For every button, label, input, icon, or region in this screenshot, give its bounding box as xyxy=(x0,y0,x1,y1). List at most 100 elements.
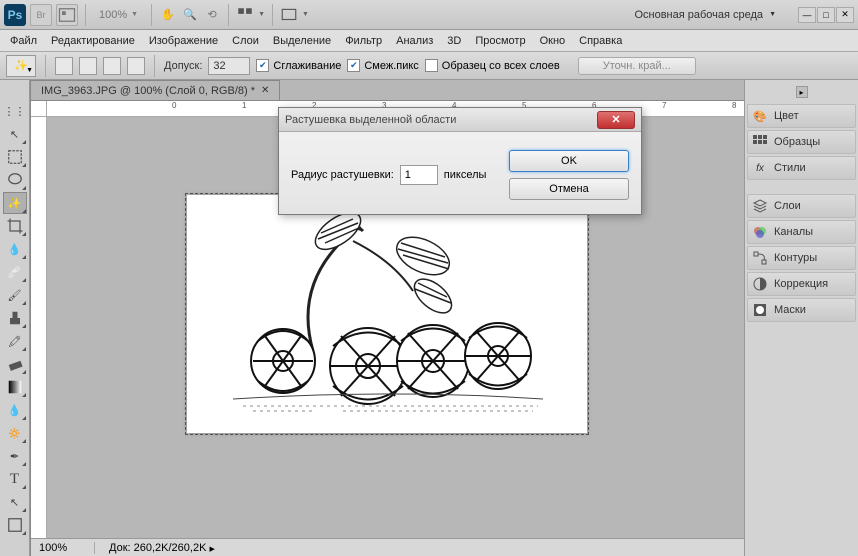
hand-tool-icon[interactable]: ✋ xyxy=(159,6,177,24)
paths-icon xyxy=(752,250,768,266)
dodge-tool[interactable]: 🔅 xyxy=(3,422,27,444)
menu-select[interactable]: Выделение xyxy=(273,35,331,47)
lasso-tool[interactable] xyxy=(3,169,27,191)
shape-tool[interactable] xyxy=(3,514,27,536)
cancel-button[interactable]: Отмена xyxy=(509,178,629,200)
menu-3d[interactable]: 3D xyxy=(447,35,461,47)
move-tool[interactable]: ↖ xyxy=(3,123,27,145)
menu-filter[interactable]: Фильтр xyxy=(345,35,382,47)
menu-edit[interactable]: Редактирование xyxy=(51,35,135,47)
type-tool[interactable]: T xyxy=(3,468,27,490)
panel-swatches[interactable]: Образцы xyxy=(747,130,856,154)
feather-radius-input[interactable] xyxy=(400,165,438,185)
blur-tool[interactable]: 💧 xyxy=(3,399,27,421)
sketch-image xyxy=(193,201,581,427)
feather-radius-label: Радиус растушевки: xyxy=(291,169,394,181)
healing-brush-tool[interactable]: 🩹 xyxy=(3,261,27,283)
marquee-tool[interactable] xyxy=(3,146,27,168)
panel-paths[interactable]: Контуры xyxy=(747,246,856,270)
layers-icon xyxy=(752,198,768,214)
app-topbar: Ps Br 100%▼ ✋ 🔍 ⟲ ▼ ▼ Основная рабочая с… xyxy=(0,0,858,30)
dialog-close-button[interactable]: ✕ xyxy=(597,111,635,129)
app-window: Ps Br 100%▼ ✋ 🔍 ⟲ ▼ ▼ Основная рабочая с… xyxy=(0,0,858,556)
panel-collapse-icon[interactable]: ▸ xyxy=(796,86,808,98)
minimize-button[interactable]: — xyxy=(798,7,816,23)
panel-channels[interactable]: Каналы xyxy=(747,220,856,244)
close-button[interactable]: ✕ xyxy=(836,7,854,23)
history-brush-tool[interactable]: 🖍 xyxy=(3,330,27,352)
options-bar: ✨▼ Допуск: ✔Сглаживание ✔Смеж.пикс Образ… xyxy=(0,52,858,80)
separator xyxy=(85,4,86,26)
pen-tool[interactable]: ✒ xyxy=(3,445,27,467)
menu-window[interactable]: Окно xyxy=(540,35,566,47)
arrange-docs-icon[interactable] xyxy=(236,6,254,24)
panel-adjustments[interactable]: Коррекция xyxy=(747,272,856,296)
clone-stamp-tool[interactable] xyxy=(3,307,27,329)
tolerance-label: Допуск: xyxy=(164,60,202,72)
separator xyxy=(45,55,46,77)
grip-icon[interactable]: ⋮⋮ xyxy=(3,100,27,122)
masks-icon xyxy=(752,302,768,318)
selection-intersect-icon[interactable] xyxy=(127,57,145,75)
selection-subtract-icon[interactable] xyxy=(103,57,121,75)
channels-icon xyxy=(752,224,768,240)
document-tab[interactable]: IMG_3963.JPG @ 100% (Слой 0, RGB/8) * ✕ xyxy=(30,80,280,100)
zoom-display[interactable]: 100%▼ xyxy=(93,9,144,21)
crop-tool[interactable] xyxy=(3,215,27,237)
selection-new-icon[interactable] xyxy=(55,57,73,75)
eyedropper-tool[interactable]: 💧 xyxy=(3,238,27,260)
status-doc-size[interactable]: Док: 260,2K/260,2K ▶ xyxy=(109,542,215,554)
document-canvas[interactable] xyxy=(187,195,587,433)
ps-logo-icon: Ps xyxy=(4,4,26,26)
panel-color[interactable]: 🎨Цвет xyxy=(747,104,856,128)
magic-wand-tool[interactable]: ✨ xyxy=(3,192,27,214)
separator xyxy=(151,4,152,26)
mini-bridge-button[interactable] xyxy=(56,4,78,26)
palette-icon: 🎨 xyxy=(752,108,768,124)
tool-preset-picker[interactable]: ✨▼ xyxy=(6,55,36,77)
separator xyxy=(272,4,273,26)
menu-image[interactable]: Изображение xyxy=(149,35,218,47)
adjustments-icon xyxy=(752,276,768,292)
panel-layers[interactable]: Слои xyxy=(747,194,856,218)
workspace-switcher[interactable]: Основная рабочая среда▼ xyxy=(626,9,784,21)
all-layers-checkbox[interactable]: Образец со всех слоев xyxy=(425,59,560,72)
contiguous-checkbox[interactable]: ✔Смеж.пикс xyxy=(347,59,418,72)
feather-dialog: Растушевка выделенной области ✕ Радиус р… xyxy=(278,107,642,215)
status-zoom[interactable]: 100% xyxy=(35,542,95,554)
maximize-button[interactable]: □ xyxy=(817,7,835,23)
menu-file[interactable]: Файл xyxy=(10,35,37,47)
path-selection-tool[interactable]: ↖ xyxy=(3,491,27,513)
gradient-tool[interactable] xyxy=(3,376,27,398)
ruler-origin[interactable] xyxy=(31,101,47,117)
menu-analysis[interactable]: Анализ xyxy=(396,35,433,47)
antialias-checkbox[interactable]: ✔Сглаживание xyxy=(256,59,341,72)
refine-edge-button[interactable]: Уточн. край... xyxy=(578,57,696,75)
grid-icon xyxy=(752,134,768,150)
toolbox: ⋮⋮ ↖ ✨ 💧 🩹 🖌 🖍 💧 🔅 ✒ T ↖ xyxy=(0,80,30,556)
eraser-tool[interactable] xyxy=(3,353,27,375)
statusbar: 100% Док: 260,2K/260,2K ▶ xyxy=(31,538,744,556)
zoom-tool-icon[interactable]: 🔍 xyxy=(181,6,199,24)
selection-add-icon[interactable] xyxy=(79,57,97,75)
panel-dock: ▸ 🎨Цвет Образцы fxСтили Слои Каналы Конт… xyxy=(744,80,858,556)
feather-unit-label: пикселы xyxy=(444,169,487,181)
menu-layer[interactable]: Слои xyxy=(232,35,259,47)
bridge-button[interactable]: Br xyxy=(30,4,52,26)
menu-help[interactable]: Справка xyxy=(579,35,622,47)
tab-close-icon[interactable]: ✕ xyxy=(261,85,269,96)
panel-masks[interactable]: Маски xyxy=(747,298,856,322)
tolerance-input[interactable] xyxy=(208,57,250,75)
separator xyxy=(228,4,229,26)
brush-tool[interactable]: 🖌 xyxy=(3,284,27,306)
panel-styles[interactable]: fxСтили xyxy=(747,156,856,180)
ruler-vertical[interactable] xyxy=(31,117,47,556)
separator xyxy=(154,55,155,77)
rotate-view-icon[interactable]: ⟲ xyxy=(203,6,221,24)
ok-button[interactable]: OK xyxy=(509,150,629,172)
menubar: Файл Редактирование Изображение Слои Выд… xyxy=(0,30,858,52)
menu-view[interactable]: Просмотр xyxy=(475,35,525,47)
dialog-titlebar[interactable]: Растушевка выделенной области ✕ xyxy=(279,108,641,132)
screen-mode-icon[interactable] xyxy=(280,6,298,24)
window-controls: — □ ✕ xyxy=(798,7,854,23)
